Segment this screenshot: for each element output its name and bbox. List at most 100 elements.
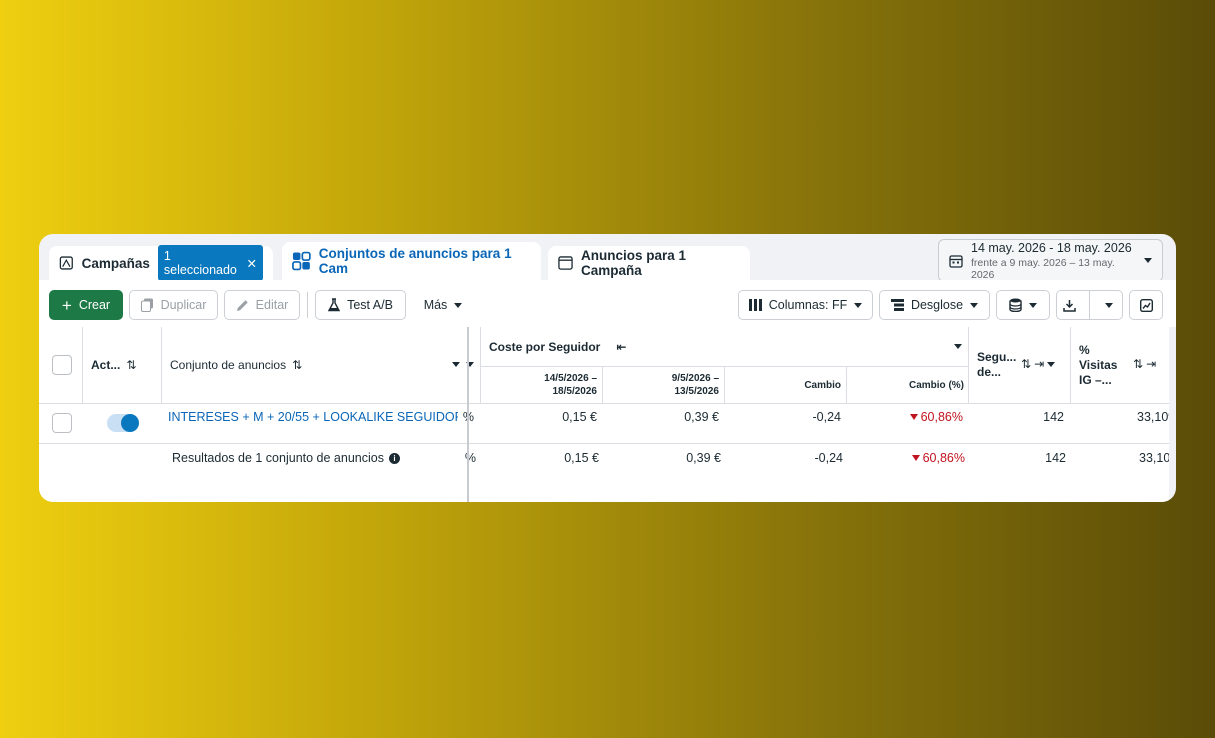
header-change[interactable]: Cambio <box>739 371 841 399</box>
header-cost-per-follower[interactable]: Coste por Seguidor ⇤ <box>489 337 626 357</box>
more-button-label: Más <box>423 298 448 312</box>
row-partial-value: % <box>457 407 474 427</box>
columns-button[interactable]: Columnas: FF <box>738 290 873 320</box>
create-button-label: Crear <box>78 298 111 312</box>
calendar-icon <box>949 254 963 268</box>
more-button[interactable]: Más <box>417 290 469 320</box>
clear-selection-icon[interactable]: ✕ <box>247 256 257 271</box>
header-ig-visits-actions: ⇅ ⇥ <box>1133 357 1156 371</box>
reports-button[interactable] <box>996 290 1050 320</box>
header-adset[interactable]: Conjunto de anuncios ⇅ <box>170 355 302 375</box>
col-divider <box>480 327 481 403</box>
edit-button[interactable]: Editar <box>224 290 300 320</box>
tab-campaigns-label: Campañas <box>81 255 150 271</box>
header-active[interactable]: Act... ⇅ <box>91 355 136 375</box>
pin-right-icon[interactable]: ⇥ <box>1146 357 1156 371</box>
tab-adsets[interactable]: Conjuntos de anuncios para 1 Cam <box>282 242 541 280</box>
ad-window-icon <box>558 256 573 270</box>
duplicate-button[interactable]: Duplicar <box>129 290 218 320</box>
col-divider <box>1070 327 1071 403</box>
duplicate-button-label: Duplicar <box>160 298 207 312</box>
chevron-down-icon <box>854 302 863 308</box>
summary-label-text: Resultados de 1 conjunto de anuncios <box>172 451 384 465</box>
breakdown-icon <box>890 299 904 311</box>
summary-change: -0,24 <box>814 451 844 465</box>
summary-period-a: 0,15 € <box>564 451 599 465</box>
sort-icon: ⇅ <box>292 358 303 372</box>
date-range-picker[interactable]: 14 may. 2026 - 18 may. 2026 frente a 9 m… <box>938 239 1163 282</box>
summary-period-b: 0,39 € <box>686 451 721 465</box>
header-active-label: Act... <box>91 358 121 372</box>
frozen-column-divider[interactable] <box>467 327 469 502</box>
header-change-pct[interactable]: Cambio (%) <box>859 371 964 399</box>
charts-button[interactable] <box>1129 290 1163 320</box>
flag-icon <box>59 256 73 270</box>
header-adset-label: Conjunto de anuncios <box>170 358 287 372</box>
sort-icon[interactable]: ⇅ <box>1133 357 1143 371</box>
down-arrow-icon <box>911 455 920 461</box>
chevron-down-icon[interactable] <box>1047 361 1056 367</box>
collapse-left-icon[interactable]: ⇤ <box>616 340 626 354</box>
edit-button-label: Editar <box>255 298 289 312</box>
header-followers[interactable]: Segu... de... <box>977 349 1017 381</box>
header-period-a[interactable]: 14/5/2026 – 18/5/2026 <box>519 371 597 399</box>
row-change: -0,24 <box>812 410 842 424</box>
toolbar: + Crear Duplicar Editar Test A/B Más Col… <box>39 280 1176 327</box>
plus-icon: + <box>61 295 72 315</box>
columns-button-label: Columnas: FF <box>768 298 848 312</box>
adset-name-link[interactable]: INTERESES + M + 20/55 + LOOKALIKE SEGUID… <box>168 407 458 427</box>
row-change-pct: 60,86% <box>855 407 963 427</box>
chevron-down-icon <box>970 302 979 308</box>
beaker-icon <box>328 298 341 312</box>
breakdown-button-label: Desglose <box>910 298 964 312</box>
create-button[interactable]: + Crear <box>49 290 123 320</box>
selection-badge-label: 1 seleccionado <box>163 249 237 277</box>
row-followers: 142 <box>1043 410 1064 424</box>
header-ig-visits[interactable]: % Visitas IG –... <box>1079 343 1131 387</box>
row-checkbox[interactable] <box>52 413 72 433</box>
row-ig-visits: 33,10% <box>1137 410 1169 424</box>
columns-icon <box>748 299 762 311</box>
header-cost-menu-icon[interactable] <box>954 344 962 349</box>
sort-icon: ⇅ <box>126 358 137 372</box>
info-icon[interactable]: i <box>388 452 400 464</box>
header-adset-menu-icon[interactable] <box>452 362 460 367</box>
summary-followers: 142 <box>1045 451 1066 465</box>
tab-campaigns[interactable]: Campañas 1 seleccionado ✕ <box>49 245 273 281</box>
ads-manager-panel: Campañas 1 seleccionado ✕ Conjuntos de a… <box>39 234 1176 502</box>
export-divider <box>1089 291 1090 319</box>
col-divider <box>161 327 162 403</box>
export-button-group <box>1056 290 1123 320</box>
col-divider <box>846 366 847 403</box>
col-divider <box>82 327 83 403</box>
pin-right-icon[interactable]: ⇥ <box>1034 357 1044 371</box>
row-period-a: 0,15 € <box>562 410 597 424</box>
ab-test-button[interactable]: Test A/B <box>315 290 406 320</box>
export-options-button[interactable] <box>1097 291 1122 319</box>
select-all-checkbox[interactable] <box>52 355 72 375</box>
down-arrow-icon <box>909 414 918 420</box>
header-period-b[interactable]: 9/5/2026 – 13/5/2026 <box>644 371 719 399</box>
download-button[interactable] <box>1057 291 1082 319</box>
summary-change-pct: 60,86% <box>857 448 965 468</box>
grid-icon <box>292 251 311 271</box>
toolbar-divider <box>307 292 308 318</box>
tab-ads-label: Anuncios para 1 Campaña <box>581 248 687 278</box>
header-followers-actions: ⇅ ⇥ <box>1021 357 1056 371</box>
chevron-down-icon <box>454 302 463 308</box>
tab-ads[interactable]: Anuncios para 1 Campaña <box>548 246 750 280</box>
sort-icon[interactable]: ⇅ <box>1021 357 1031 371</box>
chart-trend-icon <box>1139 298 1153 312</box>
col-divider <box>602 366 603 403</box>
summary-change-pct-value: 60,86% <box>922 451 965 465</box>
tab-adsets-label: Conjuntos de anuncios para 1 Cam <box>318 246 512 276</box>
active-toggle[interactable] <box>107 414 139 432</box>
selection-badge[interactable]: 1 seleccionado ✕ <box>157 245 263 281</box>
breakdown-button[interactable]: Desglose <box>879 290 990 320</box>
row-divider <box>39 443 1169 444</box>
date-range-main: 14 may. 2026 - 18 may. 2026 <box>971 240 1132 255</box>
database-icon <box>1009 298 1022 312</box>
download-icon <box>1063 299 1076 312</box>
summary-ig-visits: 33,10% <box>1139 451 1169 465</box>
row-period-b: 0,39 € <box>684 410 719 424</box>
